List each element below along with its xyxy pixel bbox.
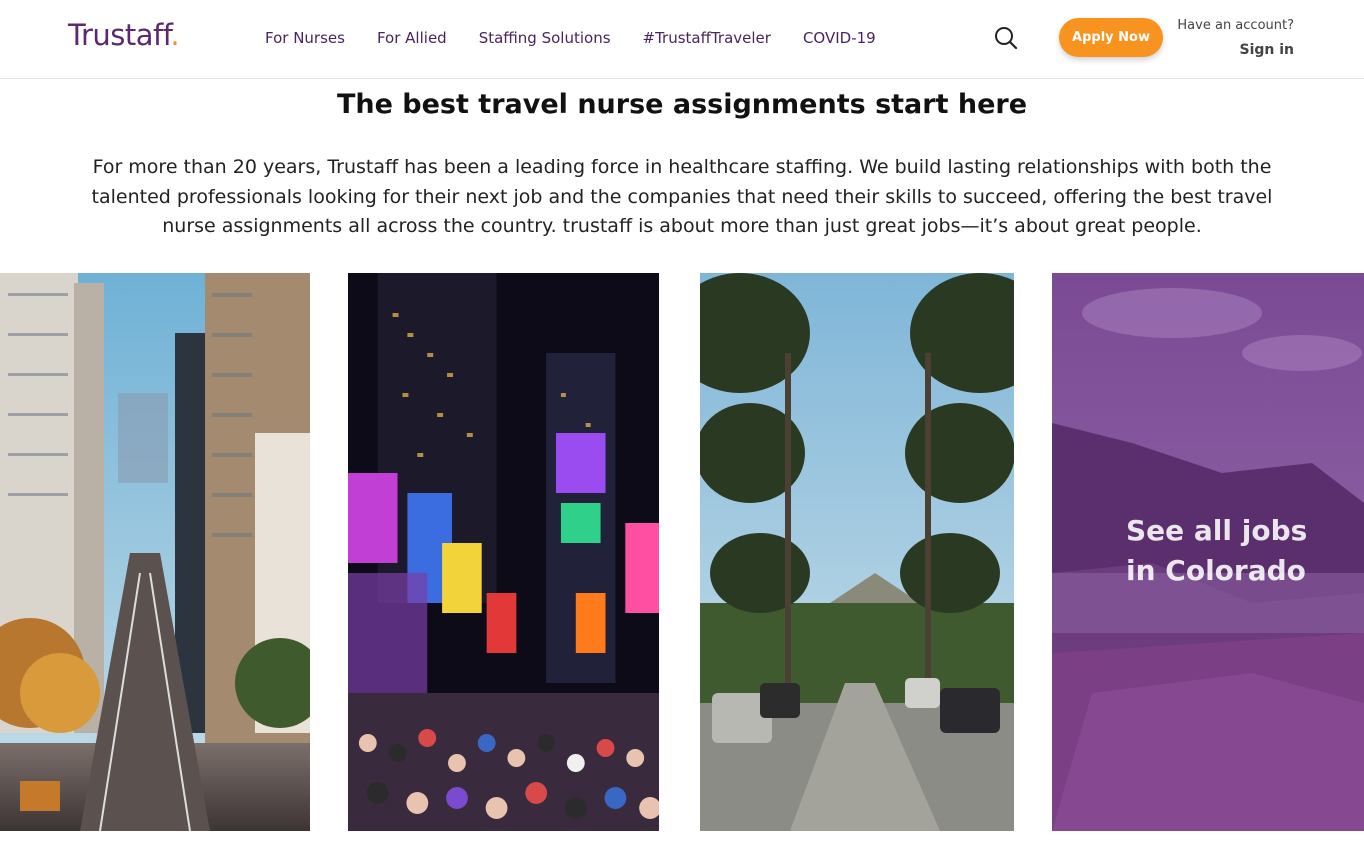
- state-tile-colorado[interactable]: See all jobs in Colorado: [1052, 273, 1364, 831]
- sign-in-link[interactable]: Sign in: [1170, 38, 1294, 62]
- nav-for-allied[interactable]: For Allied: [377, 28, 447, 48]
- site-header: Trustaff. For Nurses For Allied Staffing…: [0, 0, 1364, 79]
- main-nav: For Nurses For Allied Staffing Solutions…: [265, 28, 876, 48]
- city-tile-san-francisco[interactable]: [0, 273, 310, 831]
- times-square-photo: [348, 273, 659, 831]
- city-tile-new-york[interactable]: [348, 273, 659, 831]
- nav-for-nurses[interactable]: For Nurses: [265, 28, 345, 48]
- san-francisco-photo: [0, 273, 310, 831]
- see-all-jobs-label[interactable]: See all jobs in Colorado: [1126, 511, 1307, 591]
- trustaff-logo[interactable]: Trustaff.: [68, 18, 180, 52]
- nav-staffing-solutions[interactable]: Staffing Solutions: [479, 28, 611, 48]
- search-icon[interactable]: [993, 25, 1019, 51]
- nav-trustaff-traveler[interactable]: #TrustaffTraveler: [643, 28, 771, 48]
- logo-text[interactable]: Trustaff: [68, 18, 171, 52]
- nav-covid-19[interactable]: COVID-19: [803, 28, 876, 48]
- label-line-1: See all jobs: [1126, 514, 1308, 547]
- label-line-2: in Colorado: [1126, 554, 1306, 587]
- page-title: The best travel nurse assignments start …: [336, 89, 1028, 120]
- account-question: Have an account?: [1177, 18, 1294, 33]
- city-tile-los-angeles[interactable]: [700, 273, 1014, 831]
- logo-dot: .: [170, 18, 180, 52]
- los-angeles-photo: [700, 273, 1014, 831]
- apply-now-button[interactable]: Apply Now: [1059, 18, 1163, 57]
- account-area: Have an account? Sign in: [1170, 16, 1294, 62]
- intro-paragraph: For more than 20 years, Trustaff has bee…: [91, 156, 1273, 237]
